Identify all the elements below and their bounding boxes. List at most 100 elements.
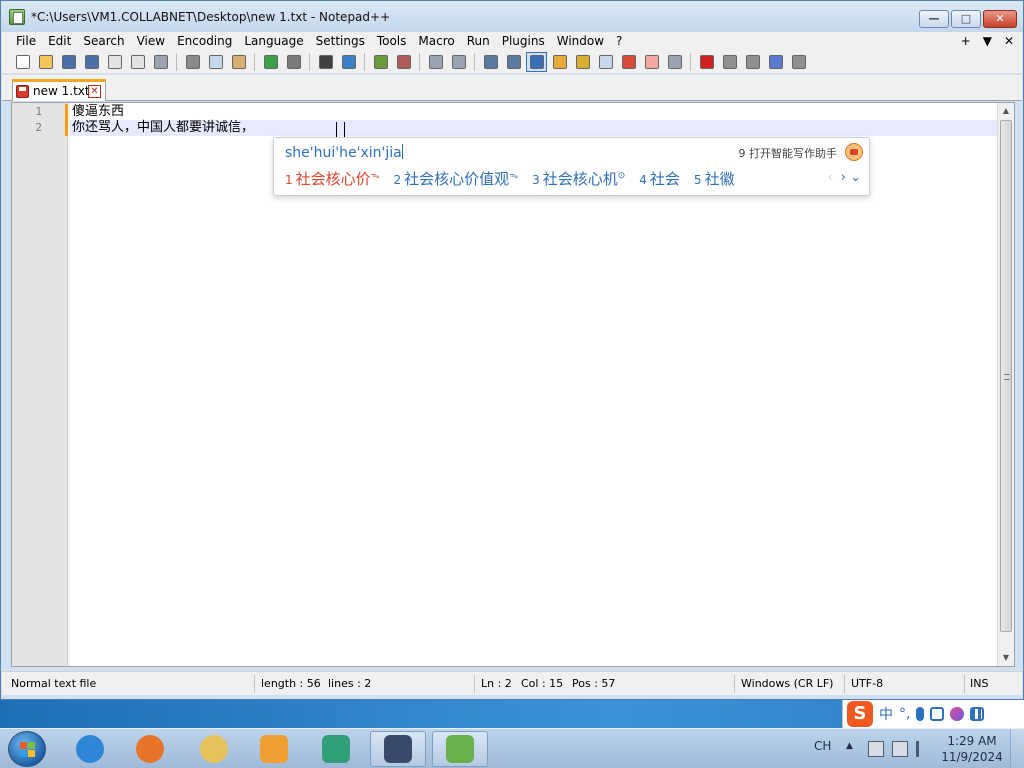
menu-plugins[interactable]: Plugins bbox=[496, 32, 551, 50]
ime-punct-toggle[interactable]: °, bbox=[899, 706, 910, 722]
toolbar-separator bbox=[690, 52, 691, 71]
chat-app-button[interactable] bbox=[308, 731, 364, 767]
network-icon[interactable] bbox=[892, 741, 908, 757]
function-list-icon bbox=[598, 54, 613, 69]
doc-list-button[interactable] bbox=[641, 52, 662, 72]
replace-button[interactable] bbox=[338, 52, 359, 72]
udl-button[interactable] bbox=[549, 52, 570, 72]
menu-window[interactable]: Window bbox=[551, 32, 610, 50]
maximize-button[interactable]: □ bbox=[951, 10, 981, 28]
editor-line-2[interactable]: 你还骂人，中国人都要讲诚信， bbox=[72, 120, 254, 136]
toolbox-icon[interactable] bbox=[970, 707, 985, 721]
action-center-icon[interactable] bbox=[868, 741, 884, 757]
sync-horizontal-button[interactable] bbox=[448, 52, 469, 72]
stop-record-button[interactable] bbox=[719, 52, 740, 72]
notepadpp-app-button[interactable] bbox=[432, 731, 488, 767]
save-all-button[interactable] bbox=[81, 52, 102, 72]
folder-workspace-button[interactable] bbox=[618, 52, 639, 72]
save-macro-button[interactable] bbox=[788, 52, 809, 72]
close-all-button[interactable] bbox=[127, 52, 148, 72]
ime-candidate[interactable]: 3 社会核心机⊙ bbox=[532, 168, 625, 189]
menu-macro[interactable]: Macro bbox=[412, 32, 460, 50]
menu-edit[interactable]: Edit bbox=[42, 32, 77, 50]
show-hidden-icons-icon[interactable]: ▲ bbox=[846, 741, 853, 751]
ie-app-button[interactable] bbox=[62, 731, 118, 767]
system-clock[interactable]: 1:29 AM 11/9/2024 bbox=[940, 733, 1004, 765]
flag-icon[interactable] bbox=[916, 741, 932, 757]
ime-lang-toggle[interactable]: 中 bbox=[879, 704, 893, 724]
menu-search[interactable]: Search bbox=[77, 32, 130, 50]
new-tab-menu-button[interactable]: + bbox=[961, 32, 971, 50]
assistant-icon[interactable] bbox=[845, 143, 863, 161]
menu-settings[interactable]: Settings bbox=[310, 32, 371, 50]
ime-status-bar: S 中 °, bbox=[842, 700, 1024, 728]
keyboard-icon[interactable] bbox=[930, 707, 945, 721]
record-macro-button[interactable] bbox=[696, 52, 717, 72]
tab-close-icon[interactable]: ✕ bbox=[88, 85, 101, 98]
tab-list-menu-button[interactable]: ▼ bbox=[983, 32, 992, 50]
sync-vertical-button[interactable] bbox=[425, 52, 446, 72]
ime-candidate[interactable]: 2 社会核心价值观ᯓ bbox=[394, 168, 519, 189]
status-insert-mode[interactable]: INS bbox=[970, 677, 988, 690]
skin-icon[interactable] bbox=[950, 707, 965, 721]
ime-candidate[interactable]: 4 社会 bbox=[639, 168, 680, 189]
media-player-app-button[interactable] bbox=[246, 731, 302, 767]
ime-candidate[interactable]: 1 社会核心价ᯓ bbox=[285, 168, 380, 189]
open-file-button[interactable] bbox=[35, 52, 56, 72]
monitoring-button[interactable] bbox=[664, 52, 685, 72]
function-list-button[interactable] bbox=[595, 52, 616, 72]
sogou-logo-icon[interactable]: S bbox=[847, 701, 873, 727]
zoom-out-button[interactable] bbox=[393, 52, 414, 72]
scrollbar-thumb[interactable] bbox=[1000, 120, 1012, 632]
undo-button[interactable] bbox=[260, 52, 281, 72]
cut-button[interactable] bbox=[182, 52, 203, 72]
show-all-chars-button[interactable] bbox=[503, 52, 524, 72]
start-button[interactable] bbox=[8, 731, 46, 767]
status-encoding[interactable]: UTF-8 bbox=[851, 677, 883, 690]
firefox-app-button[interactable] bbox=[122, 731, 178, 767]
udl-icon bbox=[552, 54, 567, 69]
scroll-up-icon[interactable]: ▲ bbox=[998, 103, 1014, 119]
menu-encoding[interactable]: Encoding bbox=[171, 32, 238, 50]
robot-app-button[interactable] bbox=[370, 731, 426, 767]
editor-line-1[interactable]: 傻逼东西 bbox=[72, 104, 124, 120]
next-page-icon[interactable]: › bbox=[841, 170, 846, 185]
close-button[interactable]: ✕ bbox=[983, 10, 1017, 28]
find-button[interactable] bbox=[315, 52, 336, 72]
tab-new-1[interactable]: new 1.txt ✕ bbox=[12, 79, 106, 101]
ime-candidate[interactable]: 5 社徽 bbox=[694, 168, 735, 189]
print-button[interactable] bbox=[150, 52, 171, 72]
word-wrap-button[interactable] bbox=[480, 52, 501, 72]
scroll-down-icon[interactable]: ▼ bbox=[998, 650, 1014, 666]
zoom-in-button[interactable] bbox=[370, 52, 391, 72]
title-bar[interactable]: *C:\Users\VM1.COLLABNET\Desktop\new 1.tx… bbox=[1, 1, 1023, 33]
show-desktop-button[interactable] bbox=[1010, 729, 1024, 768]
play-macro-button[interactable] bbox=[742, 52, 763, 72]
menu-tools[interactable]: Tools bbox=[371, 32, 413, 50]
menu-help[interactable]: ? bbox=[610, 32, 628, 50]
save-button[interactable] bbox=[58, 52, 79, 72]
doc-map-button[interactable] bbox=[572, 52, 593, 72]
status-eol[interactable]: Windows (CR LF) bbox=[741, 677, 833, 690]
language-indicator[interactable]: CH bbox=[814, 739, 831, 753]
menu-file[interactable]: File bbox=[10, 32, 42, 50]
close-file-button[interactable] bbox=[104, 52, 125, 72]
ime-writing-assistant[interactable]: 9 打开智能写作助手 bbox=[739, 145, 838, 161]
menu-run[interactable]: Run bbox=[461, 32, 496, 50]
explorer-app-button[interactable] bbox=[186, 731, 242, 767]
expand-candidates-icon[interactable]: ⌄ bbox=[850, 170, 861, 185]
minimize-button[interactable]: — bbox=[919, 10, 949, 28]
microphone-icon[interactable] bbox=[916, 707, 925, 721]
indent-guide-button[interactable] bbox=[526, 51, 547, 72]
close-doc-menu-button[interactable]: ✕ bbox=[1004, 32, 1014, 50]
redo-button[interactable] bbox=[283, 52, 304, 72]
menu-language[interactable]: Language bbox=[238, 32, 309, 50]
menu-view[interactable]: View bbox=[131, 32, 171, 50]
new-file-button[interactable] bbox=[12, 52, 33, 72]
prev-page-icon[interactable]: ‹ bbox=[827, 170, 832, 185]
paste-button[interactable] bbox=[228, 52, 249, 72]
taskbar: CH ▲ 1:29 AM 11/9/2024 bbox=[0, 728, 1024, 768]
copy-button[interactable] bbox=[205, 52, 226, 72]
vertical-scrollbar[interactable]: ▲ ▼ bbox=[997, 103, 1014, 666]
play-multiple-button[interactable] bbox=[765, 52, 786, 72]
